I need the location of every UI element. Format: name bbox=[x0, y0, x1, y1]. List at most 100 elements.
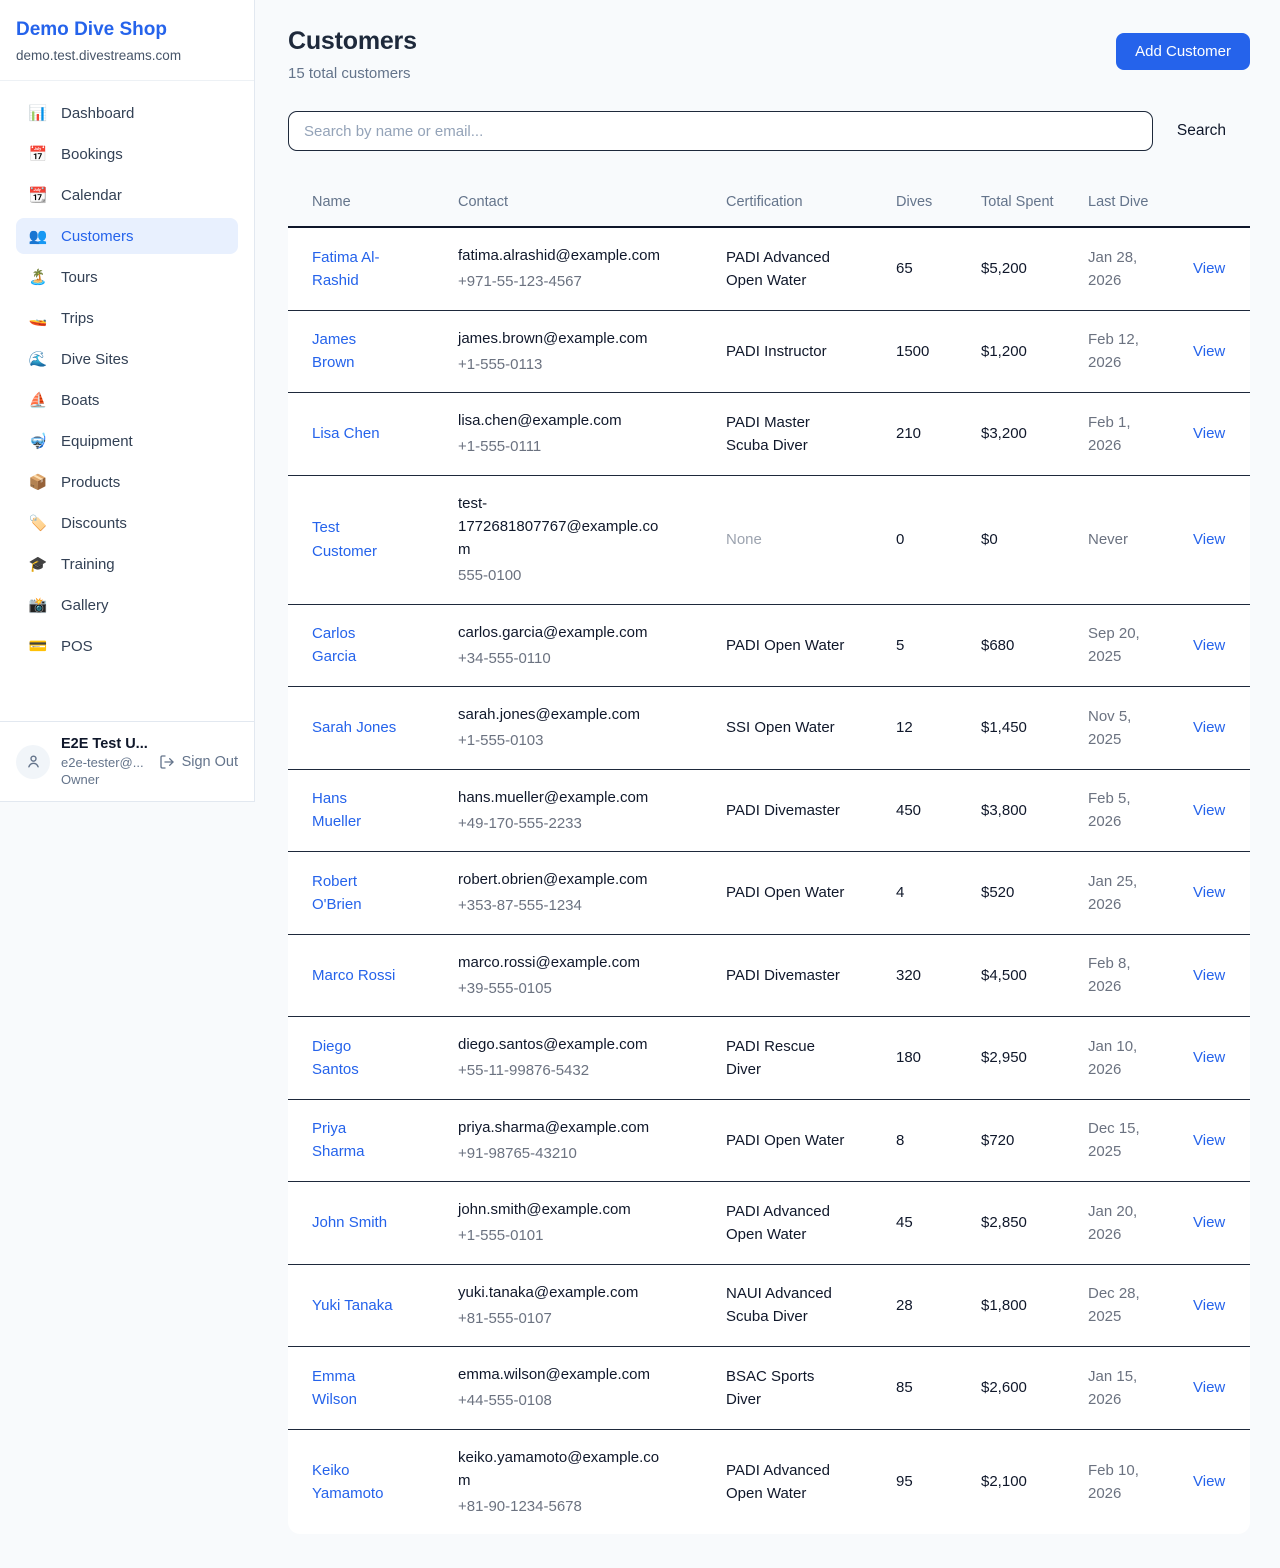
customer-email: sarah.jones@example.com bbox=[458, 703, 663, 726]
sidebar-item-dashboard[interactable]: 📊Dashboard bbox=[16, 95, 238, 131]
view-customer-link[interactable]: View bbox=[1193, 1473, 1225, 1490]
page-header: Customers 15 total customers Add Custome… bbox=[288, 27, 1250, 82]
customer-phone: +91-98765-43210 bbox=[458, 1142, 694, 1165]
table-row: Fatima Al-Rashidfatima.alrashid@example.… bbox=[288, 227, 1250, 310]
view-customer-link[interactable]: View bbox=[1193, 260, 1225, 277]
customer-phone: +55-11-99876-5432 bbox=[458, 1059, 694, 1082]
sidebar-item-dive-sites[interactable]: 🌊 Dive Sites bbox=[16, 341, 238, 377]
customer-last-dive: Dec 15, 2025 bbox=[1064, 1099, 1169, 1182]
sidebar: Demo Dive Shop demo.test.divestreams.com… bbox=[0, 0, 255, 802]
page-header-text: Customers 15 total customers bbox=[288, 27, 417, 82]
sidebar-item-customers[interactable]: 👥Customers bbox=[16, 218, 238, 254]
column-header-dives: Dives bbox=[872, 179, 957, 227]
sidebar-item-tours[interactable]: 🏝️Tours bbox=[16, 259, 238, 295]
customer-name-link[interactable]: Marco Rossi bbox=[312, 964, 395, 987]
user-section: E2E Test U... e2e-tester@... Owner Sign … bbox=[0, 721, 254, 801]
view-customer-link[interactable]: View bbox=[1193, 637, 1225, 654]
customer-certification: PADI Instructor bbox=[726, 340, 827, 363]
sidebar-item-label: Dashboard bbox=[61, 105, 134, 122]
customer-name-link[interactable]: James Brown bbox=[312, 328, 398, 375]
view-customer-link[interactable]: View bbox=[1193, 719, 1225, 736]
view-customer-link[interactable]: View bbox=[1193, 343, 1225, 360]
sidebar-item-pos[interactable]: 💳POS bbox=[16, 628, 238, 664]
sidebar-item-calendar[interactable]: 📆 Calendar bbox=[16, 177, 238, 213]
customer-name-link[interactable]: Yuki Tanaka bbox=[312, 1294, 393, 1317]
table-row: James Brownjames.brown@example.com+1-555… bbox=[288, 310, 1250, 393]
add-customer-button[interactable]: Add Customer bbox=[1116, 33, 1250, 70]
table-row: Carlos Garciacarlos.garcia@example.com+3… bbox=[288, 604, 1250, 687]
view-customer-link[interactable]: View bbox=[1193, 531, 1225, 548]
view-customer-link[interactable]: View bbox=[1193, 1297, 1225, 1314]
customer-dives: 85 bbox=[872, 1347, 957, 1430]
sidebar-item-trips[interactable]: 🚤Trips bbox=[16, 300, 238, 336]
customer-phone: +1-555-0111 bbox=[458, 435, 694, 458]
customer-name-link[interactable]: John Smith bbox=[312, 1211, 387, 1234]
customer-phone: 555-0100 bbox=[458, 564, 694, 587]
customer-dives: 0 bbox=[872, 475, 957, 604]
view-customer-link[interactable]: View bbox=[1193, 967, 1225, 984]
customer-last-dive: Sep 20, 2025 bbox=[1064, 604, 1169, 687]
customer-total-spent: $2,100 bbox=[957, 1429, 1064, 1534]
customer-name-link[interactable]: Keiko Yamamoto bbox=[312, 1459, 398, 1506]
view-customer-link[interactable]: View bbox=[1193, 1132, 1225, 1149]
table-row: Lisa Chenlisa.chen@example.com+1-555-011… bbox=[288, 393, 1250, 476]
user-info: E2E Test U... e2e-tester@... Owner bbox=[61, 736, 148, 787]
customer-total-spent: $720 bbox=[957, 1099, 1064, 1182]
table-row: Sarah Jones sarah.jones@example.com +1-555… bbox=[288, 687, 1250, 770]
sidebar-item-products[interactable]: 📦Products bbox=[16, 464, 238, 500]
customer-name-link[interactable]: Robert O'Brien bbox=[312, 870, 398, 917]
sidebar-item-gallery[interactable]: 📸Gallery bbox=[16, 587, 238, 623]
customer-name-link[interactable]: Emma Wilson bbox=[312, 1365, 398, 1412]
sidebar-item-label: Bookings bbox=[61, 146, 123, 163]
customer-phone: +1-555-0113 bbox=[458, 353, 694, 376]
customer-name-link[interactable]: Sarah Jones bbox=[312, 716, 396, 739]
view-customer-link[interactable]: View bbox=[1193, 884, 1225, 901]
view-customer-link[interactable]: View bbox=[1193, 802, 1225, 819]
customer-dives: 95 bbox=[872, 1429, 957, 1534]
customer-name-link[interactable]: Test Customer bbox=[312, 516, 398, 563]
customer-dives: 8 bbox=[872, 1099, 957, 1182]
equipment-icon: 🤿 bbox=[28, 432, 48, 450]
customer-dives: 180 bbox=[872, 1017, 957, 1100]
customer-name-link[interactable]: Lisa Chen bbox=[312, 422, 380, 445]
customer-phone: +971-55-123-4567 bbox=[458, 270, 694, 293]
search-button[interactable]: Search bbox=[1153, 122, 1250, 140]
customer-phone: +81-555-0107 bbox=[458, 1307, 694, 1330]
sidebar-item-discounts[interactable]: 🏷️Discounts bbox=[16, 505, 238, 541]
customer-total-spent: $520 bbox=[957, 852, 1064, 935]
table-row: Emma Wilsonemma.wilson@example.com+44-55… bbox=[288, 1347, 1250, 1430]
customer-last-dive: Dec 28, 2025 bbox=[1064, 1264, 1169, 1347]
view-customer-link[interactable]: View bbox=[1193, 1379, 1225, 1396]
search-input[interactable] bbox=[288, 111, 1153, 151]
table-row: Keiko Yamamotokeiko.yamamoto@example.com… bbox=[288, 1429, 1250, 1534]
view-customer-link[interactable]: View bbox=[1193, 425, 1225, 442]
customer-total-spent: $1,450 bbox=[957, 687, 1064, 770]
customer-phone: +1-555-0103 bbox=[458, 729, 694, 752]
sidebar-item-training[interactable]: 🎓Training bbox=[16, 546, 238, 582]
sidebar-item-equipment[interactable]: 🤿Equipment bbox=[16, 423, 238, 459]
sidebar-item-label: Discounts bbox=[61, 515, 127, 532]
customer-name-link[interactable]: Hans Mueller bbox=[312, 787, 398, 834]
customer-email: carlos.garcia@example.com bbox=[458, 621, 663, 644]
view-customer-link[interactable]: View bbox=[1193, 1049, 1225, 1066]
customer-email: marco.rossi@example.com bbox=[458, 951, 663, 974]
customer-email: diego.santos@example.com bbox=[458, 1033, 663, 1056]
sidebar-item-label: Dive Sites bbox=[61, 351, 129, 368]
customer-name-link[interactable]: Carlos Garcia bbox=[312, 622, 398, 669]
customer-name-link[interactable]: Priya Sharma bbox=[312, 1117, 398, 1164]
customer-total-spent: $680 bbox=[957, 604, 1064, 687]
customer-total-spent: $4,500 bbox=[957, 934, 1064, 1017]
customer-name-link[interactable]: Fatima Al-Rashid bbox=[312, 246, 398, 293]
customer-name-link[interactable]: Diego Santos bbox=[312, 1035, 398, 1082]
sidebar-item-label: Calendar bbox=[61, 187, 122, 204]
customer-last-dive: Feb 5, 2026 bbox=[1064, 769, 1169, 852]
training-icon: 🎓 bbox=[28, 555, 48, 573]
sidebar-item-bookings[interactable]: 📅Bookings bbox=[16, 136, 238, 172]
dive-sites-icon: 🌊 bbox=[28, 350, 48, 368]
sidebar-item-boats[interactable]: ⛵Boats bbox=[16, 382, 238, 418]
view-customer-link[interactable]: View bbox=[1193, 1214, 1225, 1231]
user-icon bbox=[25, 753, 42, 770]
calendar-icon: 📆 bbox=[28, 186, 48, 204]
sign-out-button[interactable]: Sign Out bbox=[159, 754, 238, 770]
customer-last-dive: Never bbox=[1064, 475, 1169, 604]
